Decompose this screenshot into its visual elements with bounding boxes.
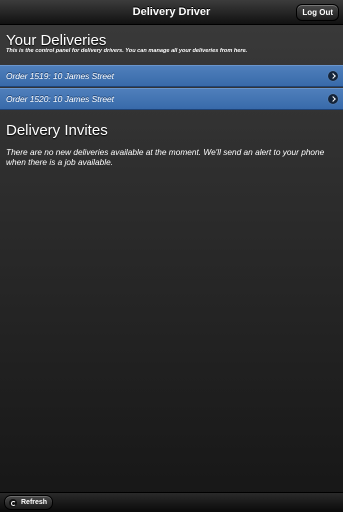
invites-heading: Delivery Invites (6, 122, 108, 139)
refresh-button[interactable]: Refresh (4, 495, 54, 510)
chevron-right-icon (328, 71, 338, 81)
header-bar: Delivery Driver Log Out (0, 0, 343, 25)
invites-message: There are no new deliveries available at… (6, 147, 325, 168)
page-title: Delivery Driver (132, 6, 211, 18)
chevron-right-icon (328, 94, 338, 104)
refresh-icon (9, 498, 17, 507)
order-label: Order 1519: 10 James Street (6, 71, 114, 81)
list-item[interactable]: Order 1520: 10 James Street (0, 88, 343, 110)
deliveries-description: This is the control panel for delivery d… (6, 48, 248, 54)
order-label: Order 1520: 10 James Street (6, 94, 114, 104)
logout-button[interactable]: Log Out (296, 4, 339, 21)
refresh-label: Refresh (21, 499, 48, 506)
deliveries-heading: Your Deliveries (6, 32, 107, 49)
order-list: Order 1519: 10 James Street Order 1520: … (0, 65, 343, 111)
list-item[interactable]: Order 1519: 10 James Street (0, 65, 343, 87)
footer-bar: Refresh (0, 492, 343, 512)
